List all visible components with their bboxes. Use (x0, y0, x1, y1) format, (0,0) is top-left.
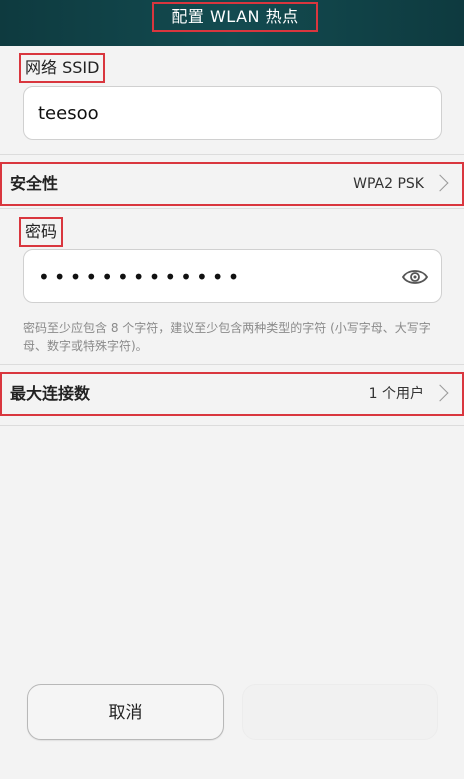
max-connections-label: 最大连接数 (10, 384, 91, 403)
ssid-value: teesoo (38, 103, 99, 124)
ssid-label: 网络 SSID (19, 53, 106, 83)
divider (0, 208, 464, 209)
ssid-input[interactable]: teesoo (23, 86, 442, 140)
cancel-button[interactable]: 取消 (27, 684, 224, 740)
password-label: 密码 (19, 217, 64, 247)
password-input[interactable]: ••••••••••••• (23, 249, 442, 303)
security-value: WPA2 PSK (353, 176, 424, 192)
security-row[interactable]: 安全性 WPA2 PSK (0, 162, 464, 206)
max-connections-row[interactable]: 最大连接数 1 个用户 (0, 372, 464, 416)
security-label: 安全性 (10, 174, 59, 193)
chevron-right-icon (431, 384, 449, 402)
password-hint: 密码至少应包含 8 个字符，建议至少包含两种类型的字符 (小写字母、大写字母、数… (23, 321, 431, 353)
title-bar: 配置 WLAN 热点 (0, 0, 464, 46)
password-masked-value: ••••••••••••• (38, 265, 244, 289)
chevron-right-icon (431, 174, 449, 192)
divider (0, 425, 464, 426)
max-connections-value: 1 个用户 (368, 386, 424, 402)
page-title: 配置 WLAN 热点 (152, 2, 318, 32)
save-button[interactable] (242, 684, 438, 740)
divider (0, 154, 464, 155)
eye-icon[interactable] (401, 265, 429, 289)
divider (0, 364, 464, 365)
